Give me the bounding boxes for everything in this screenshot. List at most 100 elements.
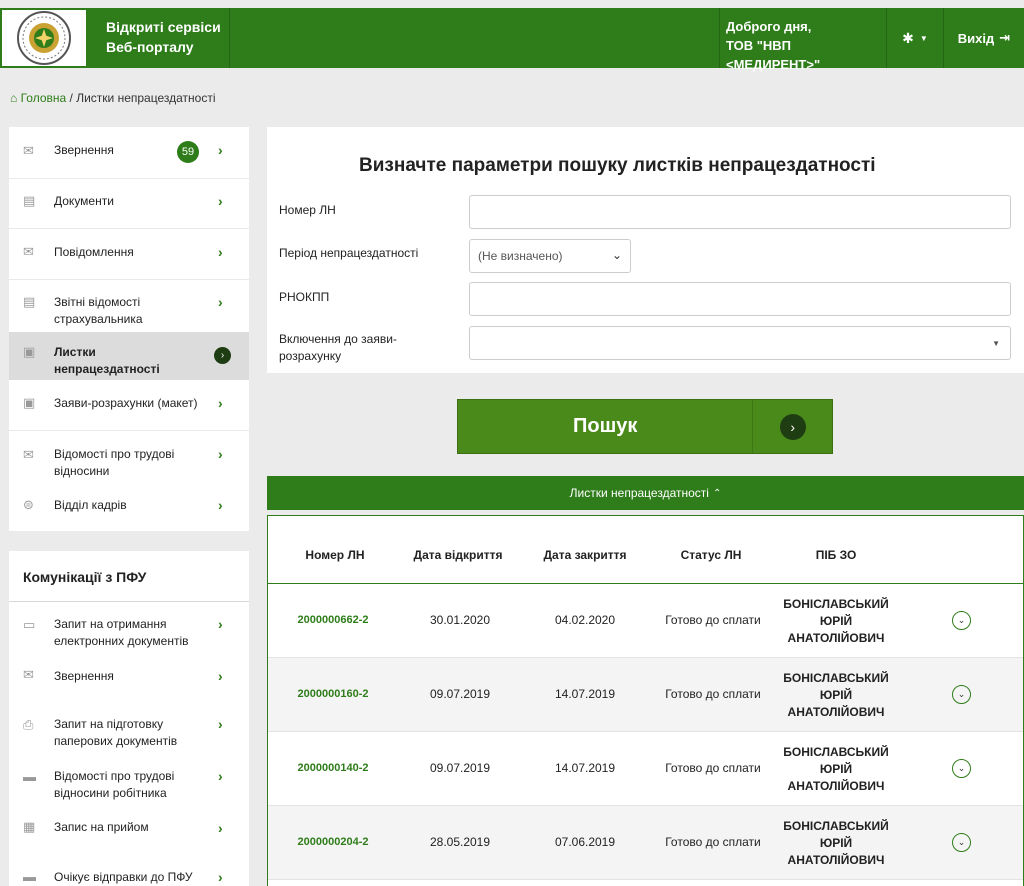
column-header[interactable]: Статус ЛН	[661, 548, 761, 562]
results-toggle[interactable]: Листки непрацездатності ⌃	[267, 476, 1024, 510]
top-header: Відкриті сервіси Веб-порталу Доброго дня…	[0, 8, 1024, 72]
column-header[interactable]: Номер ЛН	[290, 548, 380, 562]
comm-item-pending-send[interactable]: ▬ Очікує відправки до ПФУ ›	[9, 855, 249, 886]
search-form: Визначте параметри пошуку листків непрац…	[267, 127, 1024, 373]
expand-row-icon[interactable]: ⌄	[952, 685, 971, 704]
open-date: 09.07.2019	[429, 687, 491, 701]
chevron-down-icon: ⌄	[611, 248, 622, 262]
site-title[interactable]: Відкриті сервіси Веб-порталу	[88, 8, 230, 68]
sick-leave-number[interactable]: 2000000140-2	[288, 762, 378, 774]
chevron-right-icon: ›	[218, 244, 223, 260]
sidebar-item-sick-leaves[interactable]: ▣ Листки непрацездатності ›	[9, 332, 249, 380]
column-header[interactable]: ПІБ ЗО	[786, 548, 886, 562]
chevron-right-icon: ›	[218, 142, 223, 158]
comm-item-label: Звернення	[54, 669, 114, 683]
sidebar-item-insurer-reports[interactable]: ▤ Звітні відомості страхувальника ›	[9, 280, 249, 330]
open-envelope-icon: ✉	[23, 667, 34, 682]
number-input[interactable]	[469, 195, 1011, 229]
inclusion-label: Включення до заяви-розрахунку	[279, 332, 397, 363]
results-table: Номер ЛН Дата відкриття Дата закриття Ст…	[267, 515, 1024, 886]
site-title-line1: Відкриті сервіси	[106, 19, 221, 35]
rnokpp-input[interactable]	[469, 282, 1011, 316]
expand-row-icon[interactable]: ⌄	[952, 833, 971, 852]
comm-item-label: Очікує відправки до ПФУ	[54, 870, 193, 884]
comm-item-label: Запис на прийом	[54, 820, 149, 834]
table-row[interactable]: 2000000662-2 30.01.2020 04.02.2020 Готов…	[268, 584, 1023, 658]
chevron-right-circle-icon: ›	[779, 413, 806, 440]
caret-down-icon: ▼	[992, 339, 1000, 348]
breadcrumb-current: Листки непрацездатності	[76, 91, 216, 105]
table-row[interactable]: 2000000140-2 09.07.2019 14.07.2019 Готов…	[268, 732, 1023, 806]
sidebar-item-label: Документи	[54, 194, 114, 208]
inclusion-select[interactable]: ▼	[469, 326, 1011, 360]
site-title-line2: Веб-порталу	[106, 39, 194, 55]
settings-dropdown[interactable]: ✱ ▼	[887, 8, 944, 68]
sidebar-item-label: Листки непрацездатності	[54, 345, 160, 376]
sidebar-item-calculation-statements[interactable]: ▣ Заяви-розрахунки (макет) ›	[9, 382, 249, 430]
sidebar-item-documents[interactable]: ▤ Документи ›	[9, 179, 249, 227]
chevron-right-icon: ›	[218, 395, 223, 411]
comm-item-appeals[interactable]: ✉ Звернення ›	[9, 655, 249, 703]
close-date: 07.06.2019	[554, 835, 616, 849]
communications-panel: Комунікації з ПФУ ▭ Запит на отримання е…	[9, 551, 249, 886]
logout-label: Вихід	[957, 30, 995, 46]
comm-item-appointment[interactable]: ▦ Запис на прийом ›	[9, 807, 249, 853]
rnokpp-label: РНОКПП	[279, 290, 330, 304]
company-name: ТОВ "НВП <МЕДИРЕНТ>"	[726, 38, 821, 72]
sick-leave-number[interactable]: 2000000662-2	[288, 614, 378, 626]
sign-out-icon: ⇥	[999, 30, 1011, 45]
logout-button[interactable]: Вихід ⇥	[944, 8, 1024, 68]
column-header[interactable]: Дата відкриття	[408, 548, 508, 562]
column-header[interactable]: Дата закриття	[535, 548, 635, 562]
comm-item-worker-labor-relations[interactable]: ▬ Відомості про трудові відносини робітн…	[9, 755, 249, 805]
sidebar-item-hr-department[interactable]: ⊜ Відділ кадрів ›	[9, 483, 249, 529]
calendar-icon: ▦	[23, 819, 36, 834]
comm-item-label: Відомості про трудові відносини робітник…	[54, 769, 175, 800]
chevron-up-icon: ⌃	[712, 487, 722, 499]
breadcrumb-home[interactable]: Головна	[21, 91, 67, 105]
table-row[interactable]: 2000000160-2 09.07.2019 14.07.2019 Готов…	[268, 658, 1023, 732]
sick-leave-number[interactable]: 2000000160-2	[288, 688, 378, 700]
close-date: 04.02.2020	[554, 613, 616, 627]
e-doc-icon: ▭	[23, 617, 36, 632]
search-go: ›	[752, 400, 832, 453]
status: Готово до сплати	[665, 835, 761, 849]
sidebar-item-notifications[interactable]: ✉ Повідомлення ›	[9, 229, 249, 277]
emblem-icon	[17, 11, 71, 65]
expand-row-icon[interactable]: ⌄	[952, 611, 971, 630]
chevron-right-icon: ›	[218, 497, 223, 513]
pfu-logo[interactable]	[0, 8, 88, 68]
open-date: 28.05.2019	[429, 835, 491, 849]
close-date: 14.07.2019	[554, 687, 616, 701]
expand-row-icon[interactable]: ⌄	[952, 759, 971, 778]
comm-item-paper-docs-request[interactable]: ⎙ Запит на підготовку паперових документ…	[9, 703, 249, 753]
table-row[interactable]: 2000000204-2 28.05.2019 07.06.2019 Готов…	[268, 806, 1023, 880]
chevron-right-icon: ›	[218, 820, 223, 836]
open-date: 30.01.2020	[429, 613, 491, 627]
sidebar-item-label: Заяви-розрахунки (макет)	[54, 396, 198, 410]
chevron-right-icon: ›	[218, 193, 223, 209]
sidebar-item-appeals[interactable]: ✉ Звернення 59 ›	[9, 127, 249, 175]
header-spacer	[230, 8, 719, 68]
medical-doc-icon: ▣	[23, 344, 36, 359]
sick-leave-number[interactable]: 2000000204-2	[288, 836, 378, 848]
comm-item-e-docs-request[interactable]: ▭ Запит на отримання електронних докумен…	[9, 603, 249, 653]
user-greeting: Доброго дня, ТОВ "НВП <МЕДИРЕНТ>"	[719, 8, 887, 72]
breadcrumb-separator: /	[69, 91, 73, 105]
sidebar-item-labor-relations[interactable]: ✉ Відомості про трудові відносини ›	[9, 431, 249, 481]
chevron-right-icon: ›	[218, 616, 223, 632]
home-icon[interactable]: ⌂	[10, 91, 17, 105]
envelope-icon: ✉	[23, 244, 34, 259]
close-date: 14.07.2019	[554, 761, 616, 775]
chevron-right-icon: ›	[218, 446, 223, 462]
form-title: Визначте параметри пошуку листків непрац…	[359, 155, 876, 176]
status: Готово до сплати	[665, 687, 761, 701]
sidebar-item-label: Звернення	[54, 143, 114, 157]
period-select[interactable]: (Не визначено) ⌄	[469, 239, 631, 273]
comm-item-label: Запит на отримання електронних документі…	[54, 617, 189, 648]
sidebar-item-label: Повідомлення	[54, 245, 134, 259]
search-button[interactable]: Пошук ›	[457, 399, 833, 454]
chevron-right-icon: ›	[218, 716, 223, 732]
period-select-value: (Не визначено)	[478, 249, 563, 263]
insured-person-name: БОНІСЛАВСЬКИЙ ЮРІЙ АНАТОЛІЙОВИЧ	[783, 671, 889, 719]
